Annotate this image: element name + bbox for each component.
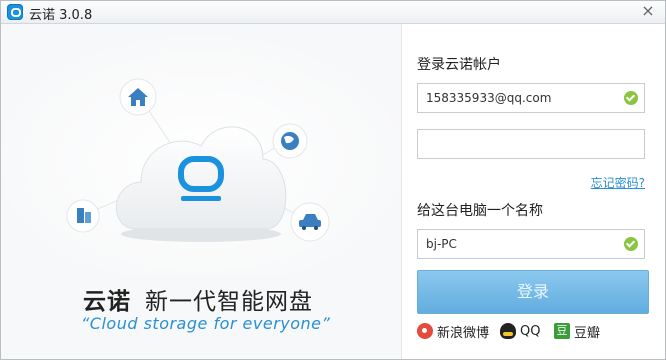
car-icon [290, 202, 330, 242]
login-button[interactable]: 登录 [417, 270, 649, 314]
title-bar[interactable]: 云诺 3.0.8 × [1, 1, 665, 24]
douban-icon [554, 323, 570, 339]
computer-name-valid-check-icon [624, 237, 638, 251]
account-field[interactable] [417, 83, 645, 113]
weibo-icon [417, 323, 433, 339]
globe-icon [272, 123, 308, 159]
login-form: 登录云诺帐户 忘记密码? 给这台电脑一个名称 登录 新浪微博 QQ 豆瓣 [402, 24, 665, 359]
app-logo-icon [7, 4, 23, 20]
brand-name: 云诺 [83, 289, 131, 315]
douban-login[interactable]: 豆瓣 [554, 322, 601, 341]
computer-name-input[interactable] [418, 230, 624, 258]
account-label: 登录云诺帐户 [417, 57, 501, 73]
house-icon [119, 78, 157, 116]
douban-label: 豆瓣 [574, 325, 601, 341]
computer-name-field[interactable] [417, 229, 645, 259]
account-input[interactable] [418, 84, 624, 112]
close-button[interactable]: × [637, 1, 659, 21]
tagline: 新一代智能网盘 [145, 289, 313, 315]
login-window: 云诺 3.0.8 × 云诺 新一代智能网盘 “Cloud storage for… [0, 0, 666, 360]
slogan-heading: 云诺 新一代智能网盘 [83, 282, 313, 316]
promo-panel: 云诺 新一代智能网盘 “Cloud storage for everyone” [1, 24, 401, 359]
weibo-login[interactable]: 新浪微博 [417, 322, 490, 341]
qq-label: QQ [520, 323, 541, 339]
qq-login[interactable]: QQ [500, 322, 540, 340]
computer-name-label: 给这台电脑一个名称 [417, 203, 543, 219]
slogan-english: “Cloud storage for everyone” [81, 314, 331, 333]
weibo-label: 新浪微博 [437, 325, 490, 341]
building-icon [66, 199, 100, 233]
window-title: 云诺 3.0.8 [29, 8, 93, 23]
account-valid-check-icon [624, 91, 638, 105]
password-field[interactable] [417, 129, 645, 159]
forgot-password-link[interactable]: 忘记密码? [591, 174, 645, 191]
password-input[interactable] [418, 130, 624, 158]
qq-icon [500, 323, 516, 339]
cloud-illustration [1, 24, 401, 274]
